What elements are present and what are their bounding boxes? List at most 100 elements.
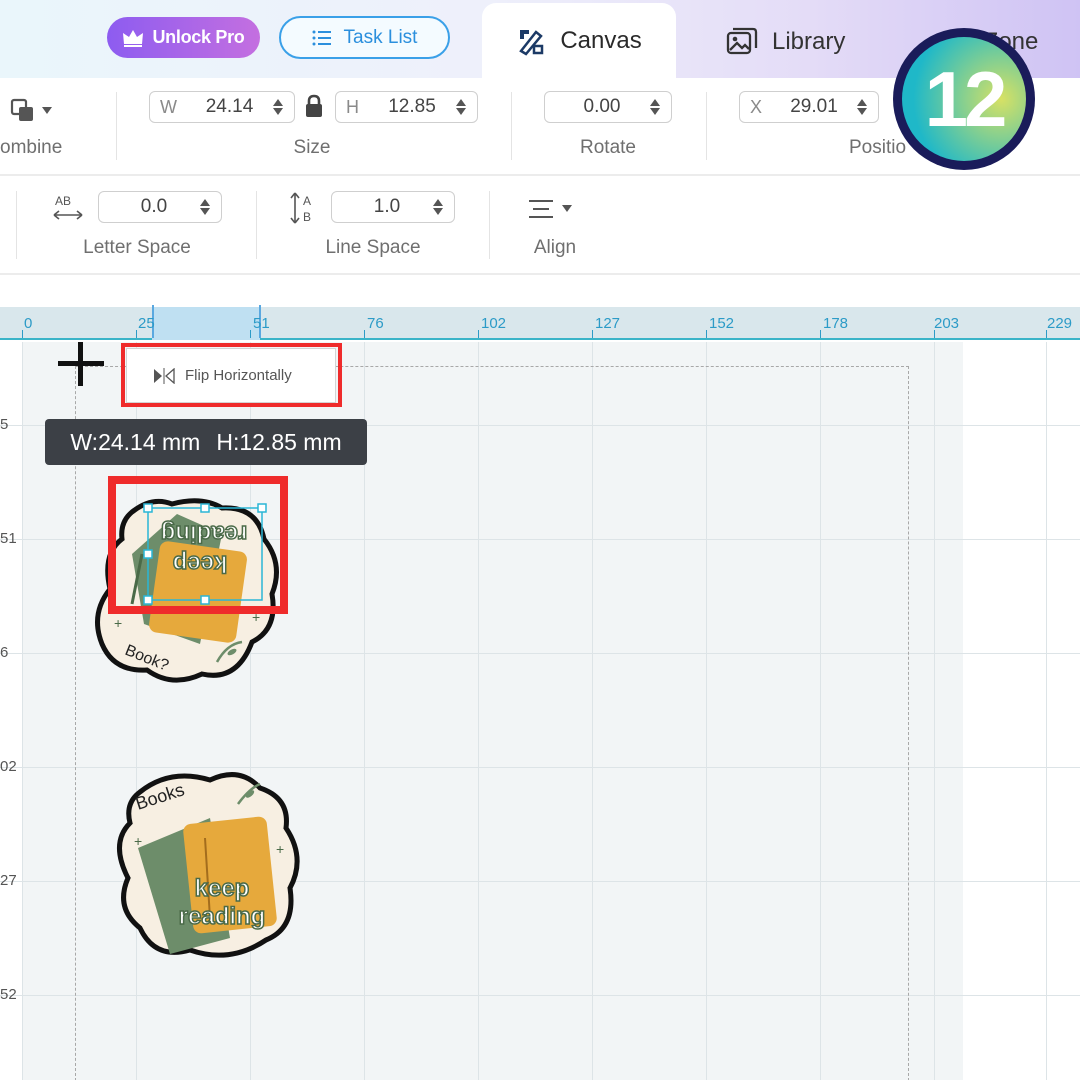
text-toolbar: AB 0.0 Letter Space A B 1.0 Line Space A… bbox=[0, 177, 1080, 275]
ruler-tick bbox=[364, 330, 365, 338]
divider bbox=[706, 92, 707, 160]
divider bbox=[511, 92, 512, 160]
line-space-stepper[interactable] bbox=[432, 199, 444, 215]
ruler-label: 0 bbox=[24, 315, 33, 332]
tab-library-label: Library bbox=[772, 28, 846, 55]
x-position-field[interactable]: X 29.01 bbox=[739, 91, 879, 123]
crown-icon bbox=[123, 29, 144, 47]
sticker2-text-bottom: reading bbox=[179, 903, 266, 930]
unlock-pro-label: Unlock Pro bbox=[152, 27, 245, 47]
svg-text:+: + bbox=[276, 841, 284, 857]
width-stepper[interactable] bbox=[272, 99, 284, 115]
rotate-field[interactable]: 0.00 bbox=[544, 91, 672, 123]
height-prefix: H bbox=[346, 96, 359, 117]
divider bbox=[116, 92, 117, 160]
ruler-label: 152 bbox=[709, 315, 735, 332]
ruler-label: 127 bbox=[595, 315, 621, 332]
design-tools-icon bbox=[519, 29, 544, 56]
ruler-tick bbox=[820, 330, 821, 338]
divider bbox=[489, 191, 490, 259]
svg-text:A: A bbox=[303, 194, 311, 208]
list-icon bbox=[312, 30, 331, 45]
ruler-label: 76 bbox=[367, 315, 384, 332]
size-label: Size bbox=[293, 137, 331, 158]
grid-line bbox=[934, 342, 935, 1080]
width-value: 24.14 bbox=[205, 96, 254, 117]
vertical-ruler-label: 6 bbox=[0, 644, 9, 661]
line-space-field[interactable]: 1.0 bbox=[331, 191, 455, 223]
x-prefix: X bbox=[750, 96, 763, 117]
letter-spacing-icon: AB bbox=[53, 194, 83, 220]
line-space-label: Line Space bbox=[325, 237, 421, 258]
step-number: 12 bbox=[902, 37, 1026, 161]
align-center-icon bbox=[529, 200, 553, 218]
ruler-selection-highlight bbox=[152, 307, 260, 340]
crosshair-cursor-icon bbox=[58, 342, 104, 386]
ruler-tick bbox=[136, 330, 137, 338]
letter-space-field[interactable]: 0.0 bbox=[98, 191, 222, 223]
task-list-label: Task List bbox=[343, 26, 418, 48]
line-spacing-icon: A B bbox=[290, 192, 311, 224]
grid-line bbox=[22, 342, 23, 1080]
ruler-label: 25 bbox=[138, 315, 155, 332]
rotate-value: 0.00 bbox=[583, 96, 621, 117]
print-area-outline bbox=[75, 366, 909, 1080]
x-stepper[interactable] bbox=[856, 99, 868, 115]
step-number-badge: 12 bbox=[893, 28, 1035, 170]
vertical-ruler-label: 52 bbox=[0, 986, 17, 1003]
ruler-label: 229 bbox=[1047, 315, 1073, 332]
caret-down-icon bbox=[42, 107, 52, 114]
ruler-tick bbox=[592, 330, 593, 338]
ruler-label: 51 bbox=[253, 315, 270, 332]
caret-down-icon bbox=[562, 205, 572, 212]
divider bbox=[256, 191, 257, 259]
line-space-value: 1.0 bbox=[373, 196, 401, 217]
ruler-tick bbox=[22, 330, 23, 338]
ruler-label: 102 bbox=[481, 315, 507, 332]
svg-text:AB: AB bbox=[55, 194, 71, 208]
ruler-tick bbox=[478, 330, 479, 338]
dimension-height: H:12.85 mm bbox=[216, 428, 342, 455]
image-gallery-icon bbox=[726, 27, 758, 55]
combine-label: ombine bbox=[0, 137, 63, 158]
combine-icon bbox=[10, 98, 33, 121]
tab-canvas[interactable]: Canvas bbox=[482, 3, 676, 78]
divider bbox=[16, 191, 17, 259]
dimension-tooltip: W:24.14 mm H:12.85 mm bbox=[45, 419, 367, 465]
svg-text:B: B bbox=[303, 210, 311, 224]
height-stepper[interactable] bbox=[455, 99, 467, 115]
letter-space-label: Letter Space bbox=[83, 237, 191, 258]
align-dropdown[interactable] bbox=[528, 197, 576, 221]
combine-dropdown[interactable] bbox=[10, 96, 58, 126]
tab-canvas-label: Canvas bbox=[560, 26, 642, 54]
svg-text:+: + bbox=[134, 833, 142, 849]
vertical-ruler-label: 5 bbox=[0, 416, 9, 433]
ruler-label: 178 bbox=[823, 315, 849, 332]
horizontal-ruler[interactable]: 0 25 51 76 102 127 152 178 203 229 bbox=[0, 305, 1080, 340]
ruler-tick bbox=[250, 330, 251, 338]
height-value: 12.85 bbox=[388, 96, 436, 117]
vertical-ruler-label: 02 bbox=[0, 758, 17, 775]
sticker-keep-reading[interactable]: Books keep reading + + bbox=[110, 768, 306, 964]
align-label: Align bbox=[533, 237, 577, 258]
toolbar-spacer bbox=[0, 276, 1080, 307]
width-prefix: W bbox=[160, 96, 177, 117]
sticker2-text-top: keep bbox=[195, 875, 250, 902]
letter-space-value: 0.0 bbox=[140, 196, 168, 217]
ruler-label: 203 bbox=[934, 315, 960, 332]
height-field[interactable]: H 12.85 bbox=[335, 91, 478, 123]
x-value: 29.01 bbox=[790, 96, 838, 117]
highlight-box bbox=[108, 476, 288, 614]
unlock-pro-button[interactable]: Unlock Pro bbox=[107, 17, 260, 58]
width-field[interactable]: W 24.14 bbox=[149, 91, 295, 123]
vertical-ruler-label: 27 bbox=[0, 872, 17, 889]
task-list-button[interactable]: Task List bbox=[279, 16, 450, 59]
lock-icon[interactable] bbox=[304, 94, 324, 118]
tab-library[interactable]: Library bbox=[726, 3, 845, 81]
vertical-ruler-label: 51 bbox=[0, 530, 17, 547]
rotate-stepper[interactable] bbox=[649, 99, 661, 115]
letter-space-stepper[interactable] bbox=[199, 199, 211, 215]
grid-line bbox=[1046, 342, 1047, 1080]
highlight-box bbox=[121, 343, 342, 407]
dimension-width: W:24.14 mm bbox=[70, 428, 201, 455]
